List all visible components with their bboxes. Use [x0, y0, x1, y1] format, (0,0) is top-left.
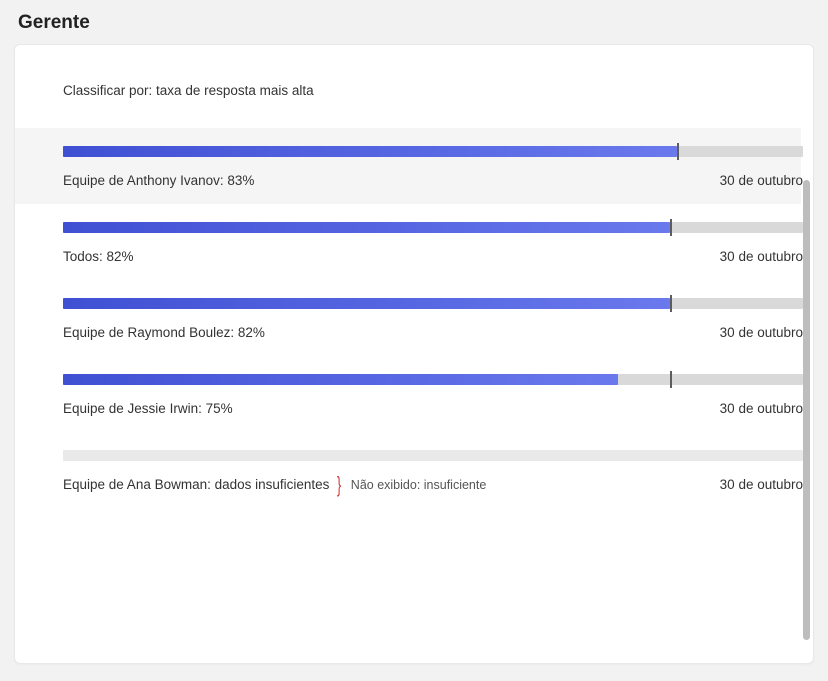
row-left: Todos: 82%: [63, 249, 134, 264]
row-left: Equipe de Anthony Ivanov: 83%: [63, 173, 254, 188]
team-row[interactable]: Equipe de Anthony Ivanov: 83% 30 de outu…: [15, 128, 801, 204]
row-date: 30 de outubro: [720, 173, 803, 188]
row-labels: Equipe de Anthony Ivanov: 83% 30 de outu…: [63, 173, 803, 188]
row-labels: Todos: 82% 30 de outubro: [63, 249, 803, 264]
scrollbar-thumb[interactable]: [803, 180, 810, 640]
bar-fill: [63, 374, 618, 385]
team-label: Equipe de Raymond Boulez: 82%: [63, 325, 265, 340]
bar-marker: [670, 371, 672, 388]
bar-track: [63, 374, 803, 385]
bar-fill: [63, 298, 670, 309]
row-date: 30 de outubro: [720, 249, 803, 264]
bar-track: [63, 146, 803, 157]
team-row[interactable]: Todos: 82% 30 de outubro: [15, 204, 801, 280]
row-date: 30 de outubro: [720, 477, 803, 492]
not-shown-text: Não exibido: insuficiente: [351, 478, 487, 492]
page-title: Gerente: [0, 0, 828, 44]
row-date: 30 de outubro: [720, 401, 803, 416]
team-label: Todos: 82%: [63, 249, 134, 264]
sort-line: Classificar por: taxa de resposta mais a…: [15, 75, 813, 128]
team-row[interactable]: Equipe de Jessie Irwin: 75% 30 de outubr…: [15, 356, 801, 432]
team-row[interactable]: Equipe de Raymond Boulez: 82% 30 de outu…: [15, 280, 801, 356]
row-left: Equipe de Ana Bowman: dados insuficiente…: [63, 477, 486, 492]
rows-container: Equipe de Anthony Ivanov: 83% 30 de outu…: [15, 128, 813, 508]
team-label: Equipe de Anthony Ivanov: 83%: [63, 173, 254, 188]
bar-marker: [670, 295, 672, 312]
bar-marker: [670, 219, 672, 236]
bar-marker: [677, 143, 679, 160]
team-label: Equipe de Ana Bowman: dados insuficiente…: [63, 477, 329, 492]
bar-track: [63, 298, 803, 309]
row-left: Equipe de Raymond Boulez: 82%: [63, 325, 265, 340]
row-left: Equipe de Jessie Irwin: 75%: [63, 401, 233, 416]
bar-track: [63, 222, 803, 233]
manager-card: Classificar por: taxa de resposta mais a…: [14, 44, 814, 664]
annotation-brace-icon: }: [336, 480, 344, 490]
team-label: Equipe de Jessie Irwin: 75%: [63, 401, 233, 416]
bar-fill: [63, 146, 677, 157]
row-labels: Equipe de Ana Bowman: dados insuficiente…: [63, 477, 803, 492]
row-labels: Equipe de Jessie Irwin: 75% 30 de outubr…: [63, 401, 803, 416]
row-labels: Equipe de Raymond Boulez: 82% 30 de outu…: [63, 325, 803, 340]
team-row[interactable]: Equipe de Ana Bowman: dados insuficiente…: [15, 432, 801, 508]
row-date: 30 de outubro: [720, 325, 803, 340]
card-body: Classificar por: taxa de resposta mais a…: [15, 45, 813, 663]
sort-value: taxa de resposta mais alta: [156, 83, 314, 98]
sort-label: Classificar por:: [63, 83, 152, 98]
bar-track: [63, 450, 803, 461]
bar-fill: [63, 222, 670, 233]
